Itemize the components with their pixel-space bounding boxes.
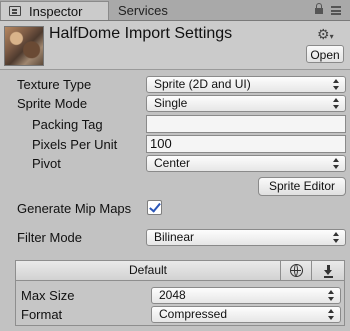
inspector-icon bbox=[9, 6, 21, 16]
format-dropdown[interactable]: Compressed bbox=[151, 306, 341, 323]
tab-standalone[interactable] bbox=[312, 261, 344, 280]
pivot-value: Center bbox=[154, 156, 191, 170]
globe-icon bbox=[290, 264, 303, 277]
lock-icon[interactable] bbox=[315, 3, 323, 14]
max-size-dropdown[interactable]: 2048 bbox=[151, 287, 341, 304]
gear-icon[interactable]: ⚙▾ bbox=[317, 27, 334, 44]
sprite-mode-label: Sprite Mode bbox=[17, 96, 88, 111]
pixels-per-unit-label: Pixels Per Unit bbox=[32, 137, 118, 152]
format-value: Compressed bbox=[159, 307, 228, 321]
pivot-label: Pivot bbox=[32, 156, 61, 171]
filter-mode-value: Bilinear bbox=[154, 230, 195, 244]
tab-services-label: Services bbox=[118, 3, 168, 18]
tab-web[interactable] bbox=[281, 261, 312, 280]
packing-tag-field[interactable] bbox=[146, 115, 346, 133]
max-size-label: Max Size bbox=[21, 288, 75, 303]
sprite-mode-dropdown[interactable]: Single bbox=[146, 95, 346, 112]
tab-default[interactable]: Default bbox=[16, 261, 281, 280]
format-label: Format bbox=[21, 307, 63, 322]
texture-type-label: Texture Type bbox=[17, 77, 92, 92]
chevron-updown-icon bbox=[328, 309, 334, 320]
platform-settings-panel: Default Max Size 2048 Format Compressed bbox=[15, 260, 345, 326]
download-icon bbox=[324, 265, 334, 278]
inspector-header: HalfDome Import Settings ⚙▾ Open bbox=[0, 21, 350, 70]
tab-inspector-label: Inspector bbox=[29, 4, 83, 19]
filter-mode-label: Filter Mode bbox=[17, 230, 83, 245]
max-size-value: 2048 bbox=[159, 288, 186, 302]
tab-bar: Inspector Services bbox=[0, 0, 350, 21]
open-button[interactable]: Open bbox=[306, 45, 344, 63]
page-title: HalfDome Import Settings bbox=[49, 25, 233, 42]
filter-mode-dropdown[interactable]: Bilinear bbox=[146, 229, 346, 246]
sprite-mode-value: Single bbox=[154, 96, 188, 110]
texture-thumbnail bbox=[4, 26, 44, 66]
sprite-editor-button[interactable]: Sprite Editor bbox=[258, 177, 346, 196]
generate-mip-maps-checkbox[interactable] bbox=[147, 200, 162, 215]
pixels-per-unit-field[interactable]: 100 bbox=[146, 135, 346, 153]
texture-type-value: Sprite (2D and UI) bbox=[154, 77, 251, 91]
tab-inspector[interactable]: Inspector bbox=[0, 1, 109, 20]
chevron-updown-icon bbox=[333, 79, 339, 90]
chevron-updown-icon bbox=[333, 98, 339, 109]
chevron-updown-icon bbox=[328, 290, 334, 301]
platform-tabs: Default bbox=[16, 261, 344, 281]
packing-tag-label: Packing Tag bbox=[32, 117, 103, 132]
chevron-updown-icon bbox=[333, 158, 339, 169]
menu-icon[interactable] bbox=[331, 6, 341, 15]
chevron-updown-icon bbox=[333, 232, 339, 243]
texture-type-dropdown[interactable]: Sprite (2D and UI) bbox=[146, 76, 346, 93]
pivot-dropdown[interactable]: Center bbox=[146, 155, 346, 172]
tab-services[interactable]: Services bbox=[110, 1, 200, 20]
generate-mip-maps-label: Generate Mip Maps bbox=[17, 201, 132, 216]
